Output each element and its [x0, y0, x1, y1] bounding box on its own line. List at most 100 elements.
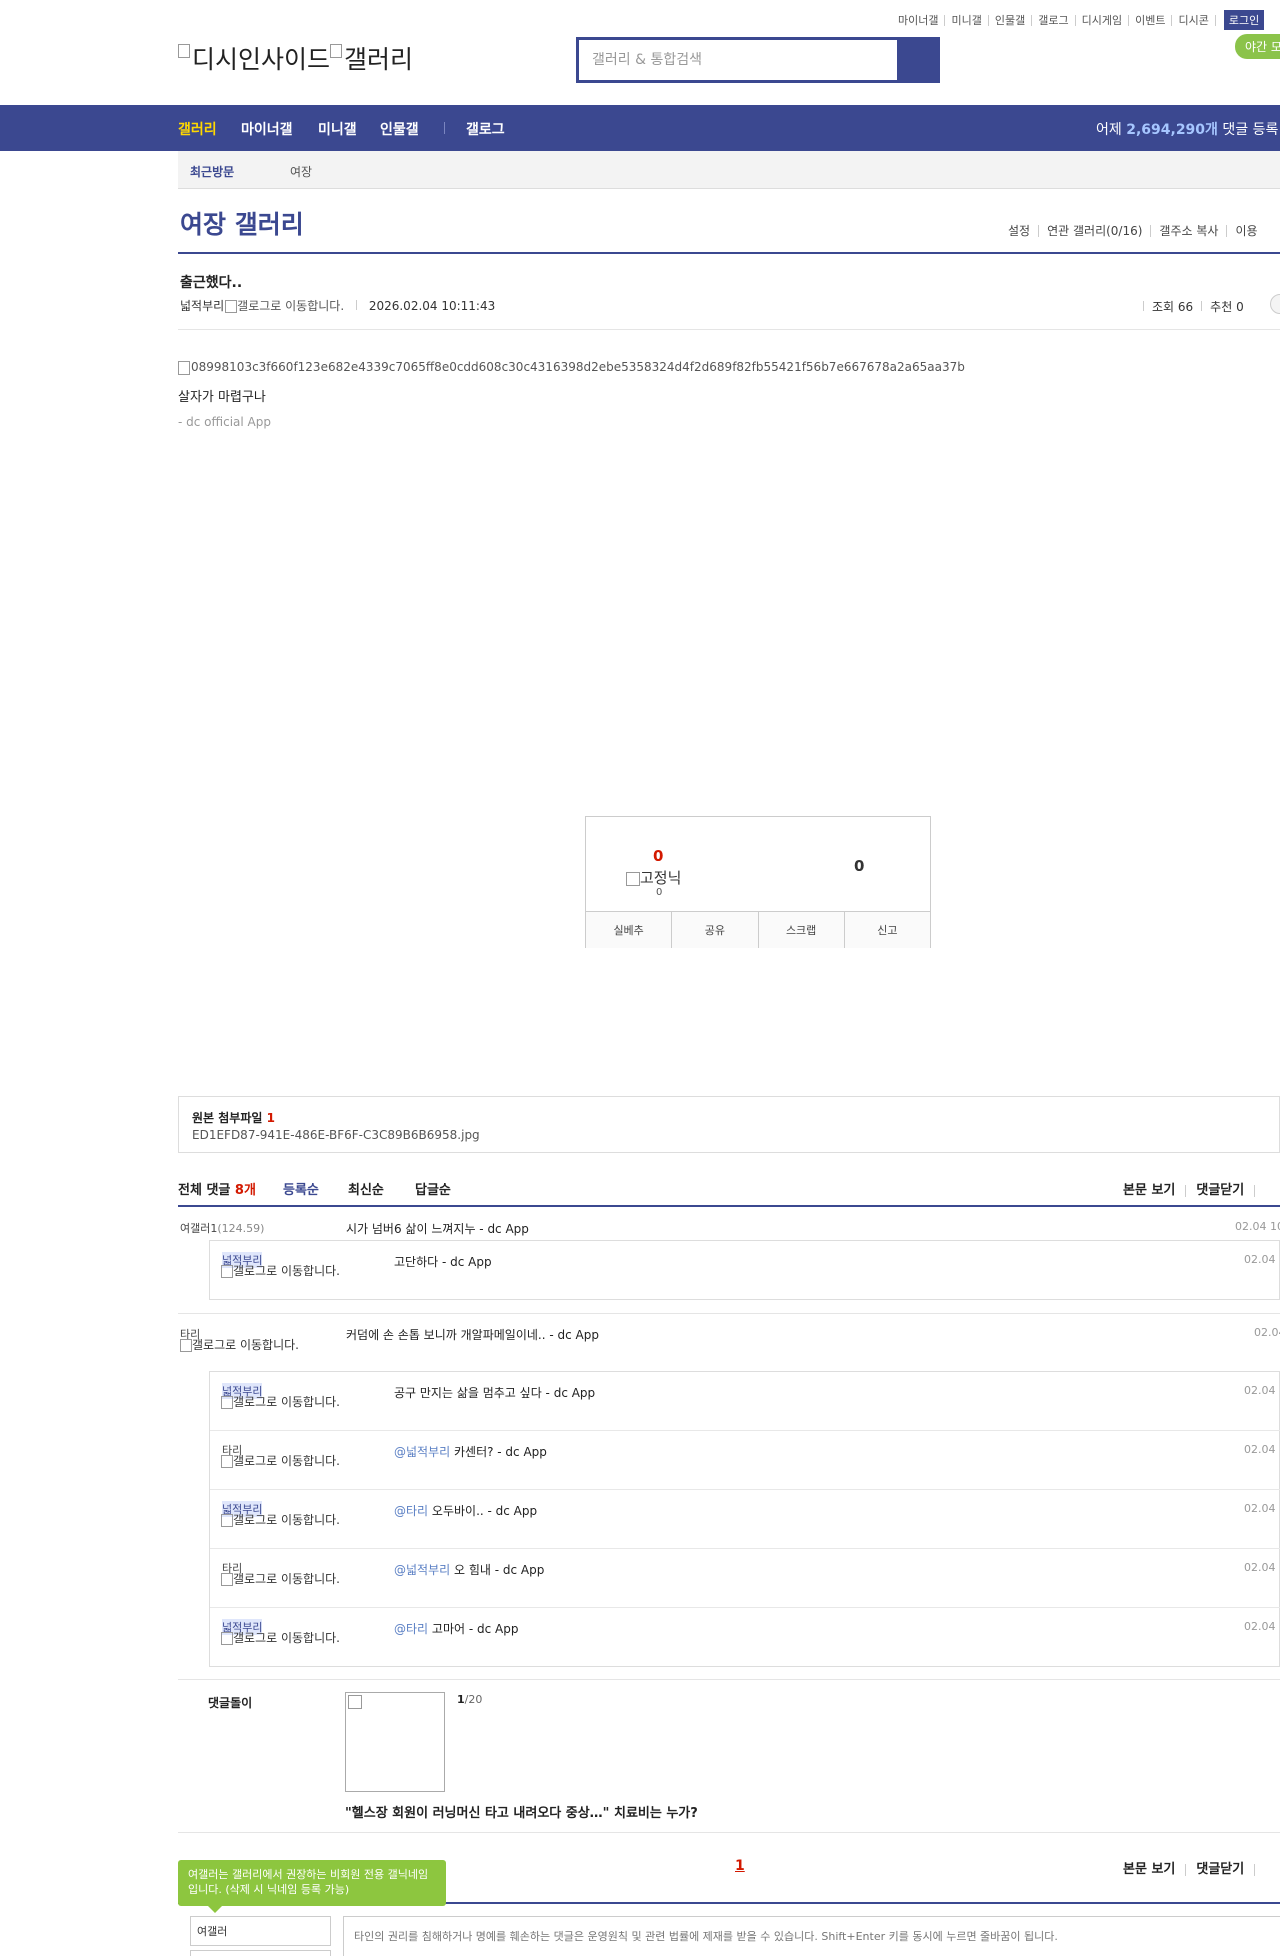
sort-latest[interactable]: 최신순 — [348, 1179, 384, 1198]
fixed-nick-alt: 고정닉 — [640, 869, 682, 887]
comment-mention[interactable]: @타리 — [394, 1504, 428, 1518]
gallog-link[interactable]: 갤로그로 이동합니다. — [221, 1396, 351, 1409]
top-menu-event[interactable]: 이벤트 — [1129, 14, 1173, 26]
broken-image-icon — [221, 1455, 233, 1468]
comment-mention[interactable]: @타리 — [394, 1622, 428, 1636]
nav-gallery[interactable]: 갤러리 — [178, 119, 217, 139]
post-recommends: 추천 0 — [1210, 300, 1244, 314]
copy-address-link[interactable]: 갤주소 복사 — [1150, 225, 1226, 237]
nav-gallog[interactable]: 갤로그 — [466, 119, 505, 139]
comment-date: 02.04 1 — [1244, 1443, 1280, 1456]
attachment-file[interactable]: ED1EFD87-941E-486E-BF6F-C3C89B6B6958.jpg — [192, 1128, 480, 1142]
gallog-link[interactable]: 갤로그로 이동합니다. — [237, 299, 344, 313]
related-gallery-link[interactable]: 연관 갤러리(0/16) — [1038, 225, 1150, 237]
divider — [1254, 1184, 1256, 1197]
more-options-button[interactable] — [1270, 294, 1280, 314]
divider — [356, 300, 357, 310]
settings-link[interactable]: 설정 — [1000, 225, 1038, 237]
post-image[interactable]: 08998103c3f660f123e682e4339c7065ff8e0cdd… — [178, 360, 965, 375]
post-author[interactable]: 넓적부리 — [180, 299, 224, 313]
sort-reply[interactable]: 답글순 — [415, 1179, 451, 1198]
title-divider — [178, 252, 1280, 254]
comment-nick[interactable]: 여갤러1(124.59) — [180, 1220, 264, 1236]
comment-bot-headline[interactable]: "헬스장 회원이 러닝머신 타고 내려오다 중상…" 치료비는 누가? — [345, 1802, 698, 1821]
post-meta: 넓적부리 갤로그로 이동합니다. 2026.02.04 10:11:43 — [180, 297, 495, 314]
comment-text: @타리 오두바이.. - dc App — [394, 1502, 537, 1519]
nav-mini[interactable]: 미니갤 — [318, 119, 357, 139]
comment-date: 02.04 1 — [1244, 1253, 1280, 1266]
post-body: 살자가 마렵구나 — [178, 390, 266, 405]
page-title[interactable]: 여장 갤러리 — [180, 205, 304, 241]
broken-image-icon — [330, 44, 343, 58]
divider — [1185, 1184, 1187, 1197]
comment-text: 고단하다 - dc App — [394, 1255, 492, 1269]
stat-suffix: 댓글 등록 — [1222, 122, 1279, 138]
top-menu-game[interactable]: 디시게임 — [1076, 14, 1130, 26]
nickname-field[interactable] — [190, 1916, 331, 1946]
comment-textarea[interactable] — [343, 1916, 1280, 1956]
site-logo[interactable]: 디시인사이드 갤러리 — [178, 40, 413, 76]
nav-person[interactable]: 인물갤 — [380, 119, 419, 139]
broken-image-icon — [225, 300, 238, 313]
recommend-count[interactable]: 0 — [653, 847, 663, 865]
report-button[interactable]: 신고 — [845, 912, 930, 948]
logo-alt-gallery: 갤러리 — [344, 45, 414, 74]
view-post-link[interactable]: 본문 보기 — [1123, 1862, 1175, 1877]
comment-ip: (124.59) — [217, 1222, 265, 1235]
view-post-link[interactable]: 본문 보기 — [1123, 1183, 1175, 1198]
divider — [1254, 1863, 1256, 1876]
close-comments-link[interactable]: 댓글닫기 — [1196, 1183, 1244, 1198]
post-title: 출근했다.. — [180, 275, 243, 291]
comment-bot-divider — [178, 1832, 1280, 1833]
comment-date: 02.04 1 — [1244, 1561, 1280, 1574]
top-menu-dccon[interactable]: 디시콘 — [1172, 14, 1216, 26]
top-menu-mini[interactable]: 미니갤 — [945, 14, 989, 26]
comment-text-body: 오두바이.. - dc App — [428, 1504, 538, 1518]
comment-date: 02.04 10 — [1235, 1220, 1280, 1233]
comments-divider — [178, 1205, 1280, 1207]
top-menu-minor[interactable]: 마이너갤 — [892, 14, 946, 26]
pagination-current[interactable]: 1 — [735, 1858, 745, 1874]
bottom-actions: 본문 보기 댓글닫기 — [1123, 1858, 1265, 1877]
top-menu-gallog[interactable]: 갤로그 — [1032, 14, 1076, 26]
attachment-label: 원본 첨부파일 1 — [192, 1109, 275, 1126]
gallog-link[interactable]: 갤로그로 이동합니다. — [221, 1514, 351, 1527]
gallog-link[interactable]: 갤로그로 이동합니다. — [180, 1339, 310, 1352]
reply-divider — [210, 1489, 1280, 1490]
gallog-link[interactable]: 갤로그로 이동합니다. — [221, 1265, 351, 1278]
comment-bot-image[interactable] — [345, 1692, 445, 1792]
gallog-link[interactable]: 갤로그로 이동합니다. — [221, 1573, 351, 1586]
reply-divider — [210, 1430, 1280, 1431]
top-menu: 마이너갤 미니갤 인물갤 갤로그 디시게임 이벤트 디시콘 로그인 — [892, 10, 1265, 30]
comment-total-label: 전체 댓글 — [178, 1183, 231, 1198]
broken-image-icon — [221, 1632, 233, 1645]
nav-minor[interactable]: 마이너갤 — [241, 119, 293, 139]
recent-visit-gallery[interactable]: 여장 — [290, 163, 312, 180]
recent-visit-label: 최근방문 — [190, 165, 235, 179]
search-bar — [576, 37, 940, 83]
global-nav: 갤러리 마이너갤 미니갤 인물갤 갤로그 어제 2,694,290개 댓글 등록 — [0, 105, 1280, 151]
comment-mention[interactable]: @넓적부리 — [394, 1563, 450, 1577]
gallog-link[interactable]: 갤로그로 이동합니다. — [221, 1632, 351, 1645]
not-recommend-count[interactable]: 0 — [854, 857, 864, 875]
nav-divider — [444, 122, 445, 134]
top-menu-person[interactable]: 인물갤 — [989, 14, 1033, 26]
gallog-alt: 갤로그로 이동합니다. — [233, 1572, 340, 1586]
comment-date: 02.04 — [1254, 1326, 1280, 1339]
usage-link[interactable]: 이용 — [1226, 225, 1265, 237]
login-button[interactable]: 로그인 — [1223, 10, 1265, 30]
reply-box — [209, 1371, 1280, 1667]
comment-mention[interactable]: @넓적부리 — [394, 1445, 450, 1459]
search-icon[interactable] — [897, 40, 937, 80]
sort-registered[interactable]: 등록순 — [283, 1179, 319, 1198]
gallog-link[interactable]: 갤로그로 이동합니다. — [221, 1455, 351, 1468]
close-comments-link[interactable]: 댓글닫기 — [1196, 1862, 1244, 1877]
night-mode-button[interactable]: 야간 모드 — [1235, 34, 1280, 59]
comment-text: @넓적부리 오 힘내 - dc App — [394, 1561, 544, 1578]
password-field[interactable] — [190, 1950, 331, 1956]
search-input[interactable] — [579, 40, 897, 80]
share-button[interactable]: 공유 — [672, 912, 759, 948]
best-recommend-button[interactable]: 실베추 — [586, 912, 673, 948]
reply-divider — [210, 1548, 1280, 1549]
scrap-button[interactable]: 스크랩 — [759, 912, 845, 948]
